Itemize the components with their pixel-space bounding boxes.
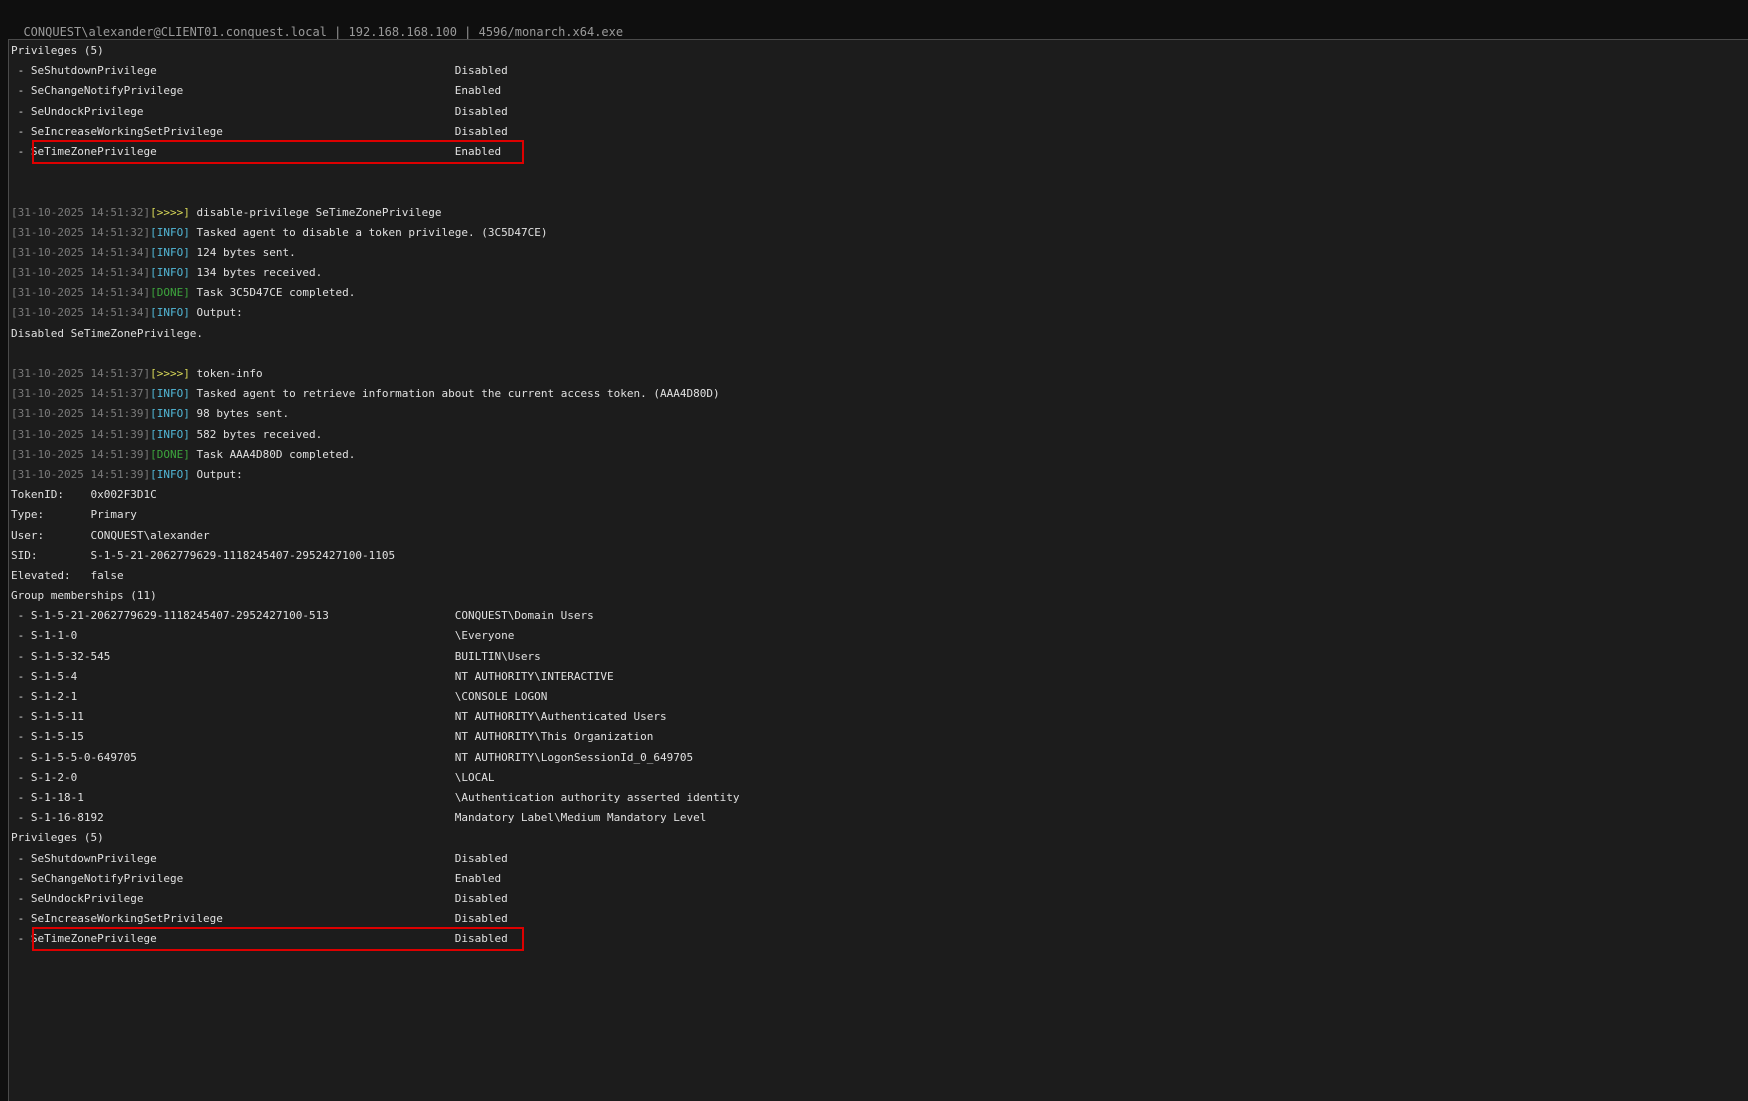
console-line: - SeShutdownPrivilege Disabled	[9, 61, 1748, 81]
console-line: [31-10-2025 14:51:34][INFO] 124 bytes se…	[9, 243, 1748, 263]
log-message: 582 bytes received.	[190, 428, 322, 441]
console-line: [31-10-2025 14:51:39][INFO] 582 bytes re…	[9, 425, 1748, 445]
console-line: [31-10-2025 14:51:32][>>>>] disable-priv…	[9, 203, 1748, 223]
session-title-text: CONQUEST\alexander@CLIENT01.conquest.loc…	[23, 25, 623, 39]
console-line: - SeShutdownPrivilege Disabled	[9, 849, 1748, 869]
log-message: Task 3C5D47CE completed.	[190, 286, 356, 299]
console-line: - SeIncreaseWorkingSetPrivilege Disabled	[9, 122, 1748, 142]
console-line: [31-10-2025 14:51:34][INFO] 134 bytes re…	[9, 263, 1748, 283]
log-tag: [INFO]	[150, 407, 190, 420]
log-tag: [INFO]	[150, 306, 190, 319]
log-message: Task AAA4D80D completed.	[190, 448, 356, 461]
session-titlebar: CONQUEST\alexander@CLIENT01.conquest.loc…	[0, 0, 1748, 39]
log-message: Tasked agent to retrieve information abo…	[190, 387, 720, 400]
log-tag: [INFO]	[150, 387, 190, 400]
log-timestamp: [31-10-2025 14:51:34]	[11, 286, 150, 299]
console-line: - S-1-5-21-2062779629-1118245407-2952427…	[9, 606, 1748, 626]
log-timestamp: [31-10-2025 14:51:34]	[11, 246, 150, 259]
log-tag: [INFO]	[150, 468, 190, 481]
console-line: - SeChangeNotifyPrivilege Enabled	[9, 81, 1748, 101]
console-line: - S-1-1-0 \Everyone	[9, 626, 1748, 646]
log-message: 98 bytes sent.	[190, 407, 289, 420]
log-message: 124 bytes sent.	[190, 246, 296, 259]
log-timestamp: [31-10-2025 14:51:34]	[11, 266, 150, 279]
console-line: - SeUndockPrivilege Disabled	[9, 102, 1748, 122]
console-line: - SeChangeNotifyPrivilege Enabled	[9, 869, 1748, 889]
log-tag: [INFO]	[150, 266, 190, 279]
console-line: Privileges (5)	[9, 828, 1748, 848]
log-tag: [>>>>]	[150, 206, 190, 219]
console-line: [31-10-2025 14:51:32][INFO] Tasked agent…	[9, 223, 1748, 243]
log-message: 134 bytes received.	[190, 266, 322, 279]
console-line: Elevated: false	[9, 566, 1748, 586]
console-line: - S-1-5-4 NT AUTHORITY\INTERACTIVE	[9, 667, 1748, 687]
log-tag: [>>>>]	[150, 367, 190, 380]
console-line: [31-10-2025 14:51:34][INFO] Output:	[9, 303, 1748, 323]
console-line	[9, 344, 1748, 364]
log-tag: [DONE]	[150, 286, 190, 299]
console-line: Privileges (5)	[9, 41, 1748, 61]
console-line: [31-10-2025 14:51:34][DONE] Task 3C5D47C…	[9, 283, 1748, 303]
console-pane[interactable]: Privileges (5) - SeShutdownPrivilege Dis…	[8, 39, 1748, 1101]
log-timestamp: [31-10-2025 14:51:34]	[11, 306, 150, 319]
log-tag: [DONE]	[150, 448, 190, 461]
console-line: - SeUndockPrivilege Disabled	[9, 889, 1748, 909]
console-line: [31-10-2025 14:51:39][INFO] Output:	[9, 465, 1748, 485]
console-line	[9, 162, 1748, 182]
console-line: - S-1-5-5-0-649705 NT AUTHORITY\LogonSes…	[9, 748, 1748, 768]
console-line: [31-10-2025 14:51:37][INFO] Tasked agent…	[9, 384, 1748, 404]
log-message: Output:	[190, 306, 243, 319]
console-line: - S-1-5-32-545 BUILTIN\Users	[9, 647, 1748, 667]
console-line: Disabled SeTimeZonePrivilege.	[9, 324, 1748, 344]
console-line: - S-1-2-0 \LOCAL	[9, 768, 1748, 788]
console-output: Privileges (5) - SeShutdownPrivilege Dis…	[9, 41, 1748, 949]
log-timestamp: [31-10-2025 14:51:39]	[11, 407, 150, 420]
log-timestamp: [31-10-2025 14:51:32]	[11, 226, 150, 239]
console-line: - SeIncreaseWorkingSetPrivilege Disabled	[9, 909, 1748, 929]
log-timestamp: [31-10-2025 14:51:37]	[11, 387, 150, 400]
console-line: [31-10-2025 14:51:39][DONE] Task AAA4D80…	[9, 445, 1748, 465]
log-tag: [INFO]	[150, 246, 190, 259]
highlight-box	[32, 140, 524, 164]
console-line: SID: S-1-5-21-2062779629-1118245407-2952…	[9, 546, 1748, 566]
log-timestamp: [31-10-2025 14:51:39]	[11, 448, 150, 461]
console-line: Type: Primary	[9, 505, 1748, 525]
console-line: - S-1-5-15 NT AUTHORITY\This Organizatio…	[9, 727, 1748, 747]
log-timestamp: [31-10-2025 14:51:39]	[11, 468, 150, 481]
console-line: [31-10-2025 14:51:39][INFO] 98 bytes sen…	[9, 404, 1748, 424]
log-message: Tasked agent to disable a token privileg…	[190, 226, 548, 239]
log-timestamp: [31-10-2025 14:51:39]	[11, 428, 150, 441]
console-line: - SeTimeZonePrivilege Disabled	[9, 929, 1748, 949]
console-line: - S-1-16-8192 Mandatory Label\Medium Man…	[9, 808, 1748, 828]
log-tag: [INFO]	[150, 428, 190, 441]
highlight-box	[32, 927, 524, 951]
log-message: disable-privilege SeTimeZonePrivilege	[190, 206, 442, 219]
console-line: - S-1-18-1 \Authentication authority ass…	[9, 788, 1748, 808]
log-tag: [INFO]	[150, 226, 190, 239]
log-message: token-info	[190, 367, 263, 380]
log-timestamp: [31-10-2025 14:51:32]	[11, 206, 150, 219]
console-line: - S-1-2-1 \CONSOLE LOGON	[9, 687, 1748, 707]
console-line: TokenID: 0x002F3D1C	[9, 485, 1748, 505]
log-message: Output:	[190, 468, 243, 481]
console-line: Group memberships (11)	[9, 586, 1748, 606]
console-line	[9, 182, 1748, 202]
console-line: - SeTimeZonePrivilege Enabled	[9, 142, 1748, 162]
console-line: - S-1-5-11 NT AUTHORITY\Authenticated Us…	[9, 707, 1748, 727]
console-line: User: CONQUEST\alexander	[9, 526, 1748, 546]
console-line: [31-10-2025 14:51:37][>>>>] token-info	[9, 364, 1748, 384]
log-timestamp: [31-10-2025 14:51:37]	[11, 367, 150, 380]
